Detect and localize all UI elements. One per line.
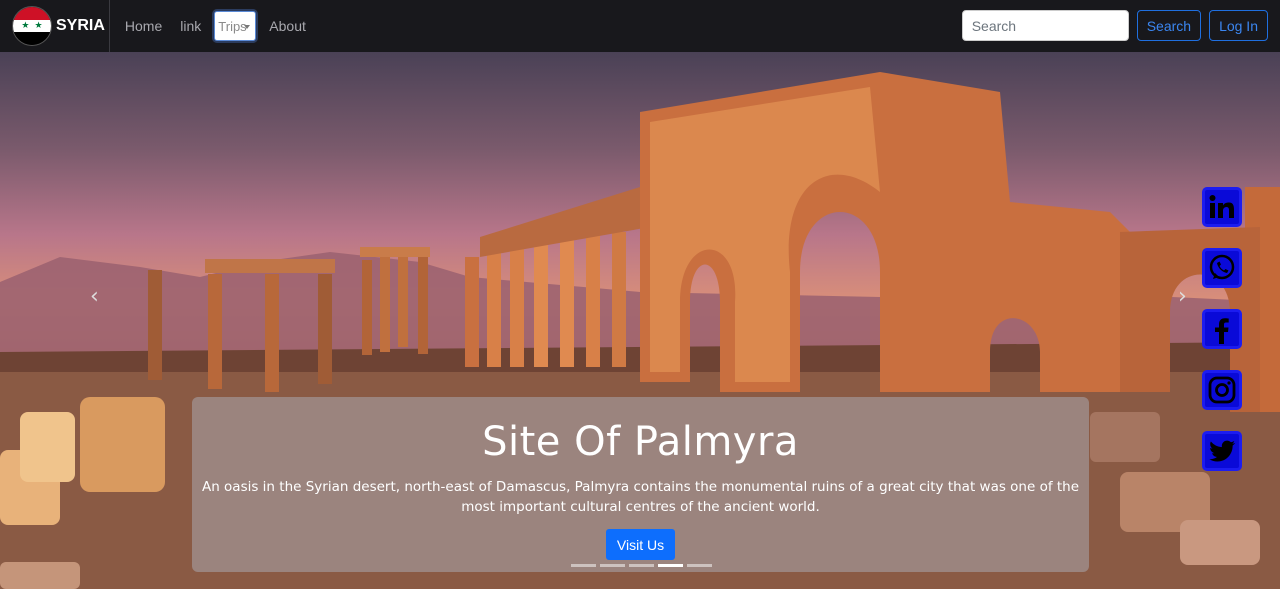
carousel-indicator[interactable] [687, 564, 712, 567]
trips-dropdown-label: Trips [218, 18, 247, 34]
syria-flag-logo: ★ ★ [12, 6, 52, 46]
carousel-indicators [571, 564, 712, 567]
twitter-icon[interactable] [1202, 431, 1242, 471]
navbar: ★★ SYRIA Home link Trips About Search Lo… [0, 0, 1280, 52]
caret-down-icon [244, 25, 251, 29]
brand-text[interactable]: SYRIA [56, 17, 105, 35]
carousel-description: An oasis in the Syrian desert, north-eas… [201, 479, 1080, 515]
social-links [1202, 187, 1242, 471]
carousel-indicator[interactable] [600, 564, 625, 567]
carousel-prev-arrow[interactable]: ‹ [90, 284, 99, 309]
carousel-next-arrow[interactable]: › [1178, 284, 1187, 309]
carousel-indicator[interactable] [629, 564, 654, 567]
carousel: ‹ › Site Of Palmyra An oasis in the Syri… [0, 52, 1280, 589]
carousel-indicator-active[interactable] [658, 564, 683, 567]
carousel-title: Site Of Palmyra [482, 419, 799, 465]
search-input[interactable] [961, 10, 1129, 41]
login-button[interactable]: Log In [1209, 10, 1268, 41]
trips-dropdown[interactable]: Trips [214, 11, 257, 41]
brand[interactable]: ★ ★ SYRIA [0, 0, 110, 52]
search-button[interactable]: Search [1136, 10, 1202, 41]
nav-home[interactable]: Home [116, 18, 171, 34]
carousel-indicator[interactable] [571, 564, 596, 567]
visit-us-button[interactable]: Visit Us [605, 529, 676, 560]
carousel-caption: Site Of Palmyra An oasis in the Syrian d… [192, 397, 1089, 572]
nav-link[interactable]: link [171, 18, 210, 34]
facebook-icon[interactable] [1202, 309, 1242, 349]
nav-about[interactable]: About [260, 18, 315, 34]
linkedin-icon[interactable] [1202, 187, 1242, 227]
whatsapp-icon[interactable] [1202, 248, 1242, 288]
instagram-icon[interactable] [1202, 370, 1242, 410]
